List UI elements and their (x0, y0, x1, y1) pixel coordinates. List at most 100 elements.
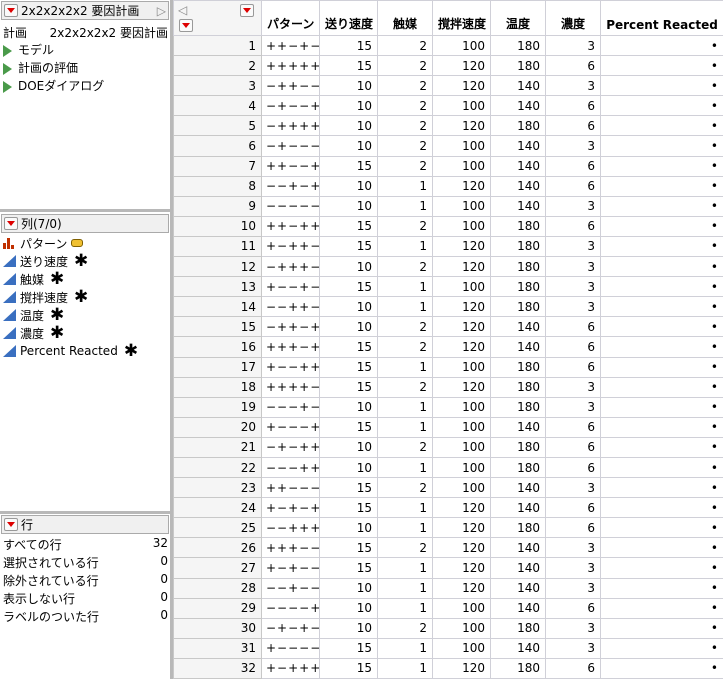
cell[interactable]: −+++− (261, 256, 320, 278)
cell[interactable]: 180 (490, 396, 546, 418)
red-triangle-menu-icon[interactable] (4, 518, 18, 531)
cell-missing[interactable]: • (600, 195, 723, 217)
table-row[interactable]: 30 −+−+− 10 2 100 180 3 • (173, 617, 723, 639)
cell[interactable]: 140 (490, 637, 546, 659)
cell[interactable]: 10 (319, 195, 378, 217)
cell-missing[interactable]: • (600, 456, 723, 479)
cell[interactable]: 10 (319, 75, 378, 97)
cell-missing[interactable]: • (600, 135, 723, 157)
cell[interactable]: 10 (319, 95, 378, 117)
column-item[interactable]: 温度 ✱ (3, 306, 64, 324)
cell[interactable]: 3 (545, 637, 601, 659)
cell[interactable]: 100 (432, 617, 491, 639)
cell-missing[interactable]: • (600, 356, 723, 378)
cell[interactable]: +++−− (261, 537, 320, 559)
cell[interactable]: ++++− (261, 376, 320, 398)
cell[interactable]: 120 (432, 316, 491, 338)
script-model[interactable]: モデル (3, 41, 54, 58)
cell[interactable]: 140 (490, 155, 546, 177)
row-number[interactable]: 13 (173, 276, 262, 298)
table-row[interactable]: 19 −−−+− 10 1 100 180 3 • (173, 396, 723, 418)
cell[interactable]: 100 (432, 436, 491, 458)
cell-missing[interactable]: • (600, 537, 723, 559)
cell[interactable]: 10 (319, 115, 378, 137)
cell[interactable]: 180 (490, 276, 546, 298)
cell[interactable]: 2 (377, 617, 433, 639)
cell[interactable]: 2 (377, 75, 433, 97)
row-number[interactable]: 24 (173, 497, 262, 519)
cell[interactable]: 180 (490, 376, 546, 398)
cell[interactable]: +++++ (261, 55, 320, 77)
cell[interactable]: 6 (545, 436, 601, 458)
row-number[interactable]: 12 (173, 256, 262, 278)
cell[interactable]: −−−−+ (261, 597, 320, 619)
column-header[interactable]: 送り速度 (319, 0, 378, 36)
row-number[interactable]: 17 (173, 356, 262, 378)
cell[interactable]: 6 (545, 175, 601, 197)
cell[interactable]: 120 (432, 256, 491, 278)
cell[interactable]: 1 (377, 396, 433, 418)
cell[interactable]: 180 (490, 256, 546, 278)
cell[interactable]: 2 (377, 336, 433, 358)
play-icon[interactable] (3, 44, 12, 57)
table-corner[interactable]: ◁ (173, 0, 262, 36)
cell[interactable]: +++−+ (261, 336, 320, 358)
play-icon[interactable] (3, 62, 12, 75)
table-row[interactable]: 20 +−−−+ 15 1 100 140 6 • (173, 416, 723, 438)
cell[interactable]: 3 (545, 557, 601, 579)
cell-missing[interactable]: • (600, 75, 723, 97)
cell[interactable]: 180 (490, 356, 546, 378)
cell[interactable]: 15 (319, 416, 378, 438)
cell[interactable]: 2 (377, 55, 433, 77)
cell[interactable]: 15 (319, 276, 378, 298)
cell[interactable]: 1 (377, 296, 433, 318)
cell[interactable]: 10 (319, 175, 378, 197)
row-number[interactable]: 11 (173, 235, 262, 258)
row-number[interactable]: 9 (173, 195, 262, 217)
cell[interactable]: 6 (545, 336, 601, 358)
column-item[interactable]: 触媒 ✱ (3, 270, 64, 288)
cell[interactable]: 3 (545, 75, 601, 97)
cell[interactable]: 100 (432, 95, 491, 117)
cell[interactable]: 120 (432, 537, 491, 559)
cell[interactable]: 180 (490, 456, 546, 479)
cell[interactable]: 140 (490, 95, 546, 117)
table-row[interactable]: 1 ++−+− 15 2 100 180 3 • (173, 34, 723, 57)
row-number[interactable]: 1 (173, 34, 262, 57)
table-row[interactable]: 27 +−+−− 15 1 120 140 3 • (173, 557, 723, 579)
cell[interactable]: −+−++ (261, 436, 320, 458)
cell[interactable]: 140 (490, 597, 546, 619)
column-header[interactable]: パターン (261, 0, 320, 36)
cell[interactable]: 10 (319, 456, 378, 479)
cell[interactable]: 10 (319, 597, 378, 619)
cell-missing[interactable]: • (600, 235, 723, 258)
cell-missing[interactable]: • (600, 396, 723, 418)
cell[interactable]: 180 (490, 296, 546, 318)
cell[interactable]: 6 (545, 356, 601, 378)
cell[interactable]: 120 (432, 175, 491, 197)
row-number[interactable]: 6 (173, 135, 262, 157)
cell[interactable]: −−+++ (261, 517, 320, 539)
row-number[interactable]: 28 (173, 577, 262, 599)
row-number[interactable]: 10 (173, 215, 262, 237)
cell[interactable]: 3 (545, 537, 601, 559)
cell[interactable]: 100 (432, 155, 491, 177)
cell-missing[interactable]: • (600, 95, 723, 117)
table-row[interactable]: 16 +++−+ 15 2 120 140 6 • (173, 336, 723, 358)
cell[interactable]: 140 (490, 175, 546, 197)
column-item[interactable]: 送り速度 ✱ (3, 252, 88, 270)
row-number[interactable]: 27 (173, 557, 262, 579)
table-row[interactable]: 12 −+++− 10 2 120 180 3 • (173, 256, 723, 278)
cell-missing[interactable]: • (600, 517, 723, 539)
cell[interactable]: 140 (490, 537, 546, 559)
cell[interactable]: 15 (319, 235, 378, 258)
cell[interactable]: 120 (432, 336, 491, 358)
cell[interactable]: 1 (377, 175, 433, 197)
cell[interactable]: 6 (545, 95, 601, 117)
cell-missing[interactable]: • (600, 376, 723, 398)
cell[interactable]: 140 (490, 416, 546, 438)
cell[interactable]: 10 (319, 296, 378, 318)
cell[interactable]: 180 (490, 617, 546, 639)
cell-missing[interactable]: • (600, 436, 723, 458)
cell[interactable]: 10 (319, 617, 378, 639)
